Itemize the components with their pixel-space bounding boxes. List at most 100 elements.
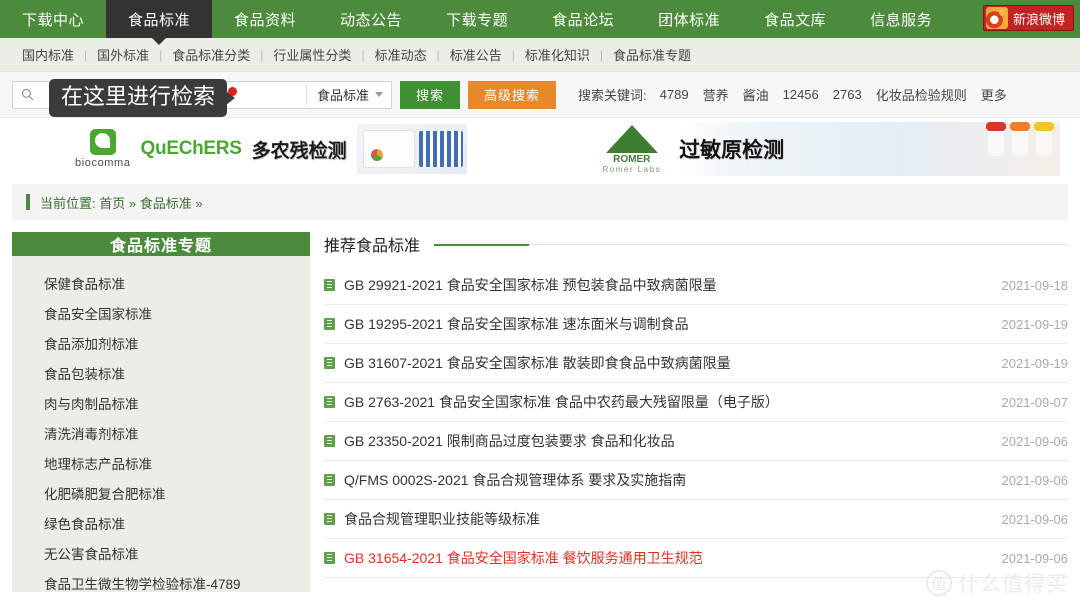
main-content: 推荐食品标准 GB 29921-2021 食品安全国家标准 预包装食品中致病菌限… bbox=[324, 232, 1068, 592]
document-row[interactable]: GB 29921-2021 食品安全国家标准 预包装食品中致病菌限量 2021-0… bbox=[324, 266, 1068, 305]
subnav-item-3[interactable]: 行业属性分类 bbox=[263, 45, 361, 64]
hot-keyword-0[interactable]: 4789 bbox=[653, 87, 696, 102]
ad-banner-row: biocomma QuEChERS 多农残检测 ROMER Romer Labs… bbox=[0, 118, 1080, 180]
romer-triangle-icon bbox=[605, 124, 658, 153]
subnav-item-4[interactable]: 标准动态 bbox=[365, 45, 437, 64]
subnav-item-5[interactable]: 标准公告 bbox=[440, 45, 512, 64]
subnav-item-6[interactable]: 标准化知识 bbox=[515, 45, 600, 64]
nav-item-6[interactable]: 团体标准 bbox=[636, 0, 742, 38]
vial-red-icon bbox=[986, 122, 1006, 156]
subnav-item-0[interactable]: 国内标准 bbox=[12, 45, 84, 64]
document-title[interactable]: GB 23350-2021 限制商品过度包装要求 食品和化妆品 bbox=[344, 431, 993, 451]
sidebar-item-list: 保健食品标准 食品安全国家标准 食品添加剂标准 食品包装标准 肉与肉制品标准 清洗消毒剂标… bbox=[12, 256, 310, 598]
document-icon bbox=[324, 474, 335, 486]
document-title[interactable]: GB 31607-2021 食品安全国家标准 散装即食食品中致病菌限量 bbox=[344, 353, 993, 373]
sidebar-item-3[interactable]: 食品包装标准 bbox=[12, 358, 310, 388]
document-date: 2021-09-07 bbox=[1001, 394, 1069, 410]
vial-yellow-icon bbox=[1034, 122, 1054, 156]
weibo-icon bbox=[985, 7, 1008, 29]
nav-item-8[interactable]: 信息服务 bbox=[848, 0, 954, 38]
breadcrumb-link-1[interactable]: 食品标准 bbox=[140, 196, 192, 211]
document-date: 2021-09-06 bbox=[1001, 511, 1069, 527]
nav-item-5[interactable]: 食品论坛 bbox=[530, 0, 636, 38]
nav-item-3[interactable]: 动态公告 bbox=[318, 0, 424, 38]
biocomma-brand-label: biocomma bbox=[75, 157, 131, 169]
sidebar-item-7[interactable]: 化肥磷肥复合肥标准 bbox=[12, 478, 310, 508]
section-title: 推荐食品标准 bbox=[324, 238, 421, 255]
document-row[interactable]: 食品合规管理职业技能等级标准 2021-09-06 bbox=[324, 500, 1068, 539]
document-row[interactable]: GB 31607-2021 食品安全国家标准 散装即食食品中致病菌限量 2021-… bbox=[324, 344, 1068, 383]
search-category-value: 食品标准 bbox=[316, 88, 369, 103]
document-date: 2021-09-19 bbox=[1001, 316, 1069, 332]
document-row[interactable]: GB 23350-2021 限制商品过度包装要求 食品和化妆品 2021-09-0… bbox=[324, 422, 1068, 461]
hot-keyword-6[interactable]: 更多 bbox=[974, 85, 1014, 104]
breadcrumb-separator: » bbox=[195, 195, 203, 211]
document-row[interactable]: GB 19295-2021 食品安全国家标准 速冻面米与调制食品 2021-09-… bbox=[324, 305, 1068, 344]
hot-keyword-1[interactable]: 营养 bbox=[696, 85, 736, 104]
breadcrumb-accent-bar bbox=[26, 194, 30, 210]
hot-keyword-3[interactable]: 12456 bbox=[776, 87, 826, 102]
document-icon bbox=[324, 318, 335, 330]
document-date: 2021-09-06 bbox=[1001, 550, 1069, 566]
breadcrumb-prefix: 当前位置: bbox=[40, 195, 96, 211]
document-row[interactable]: GB 31654-2021 食品安全国家标准 餐饮服务通用卫生规范 2021-09… bbox=[324, 539, 1068, 578]
advanced-search-button[interactable]: 高级搜索 bbox=[468, 80, 557, 109]
hot-keywords: 搜索关键词: 4789 营养 酱油 12456 2763 化妆品检验规则 更多 bbox=[578, 85, 1014, 104]
breadcrumb: 当前位置: 首页 » 食品标准 » bbox=[12, 184, 1068, 220]
quechers-subtitle: 多农残检测 bbox=[251, 140, 347, 162]
breadcrumb-separator: » bbox=[128, 195, 137, 211]
hot-keyword-2[interactable]: 酱油 bbox=[736, 85, 776, 104]
subnav-item-7[interactable]: 食品标准专题 bbox=[603, 45, 701, 64]
sidebar-item-10[interactable]: 食品卫生微生物学检验标准-4789 bbox=[12, 568, 310, 598]
document-row[interactable]: Q/FMS 0002S-2021 食品合规管理体系 要求及实施指南 2021-09… bbox=[324, 461, 1068, 500]
document-title[interactable]: 食品合规管理职业技能等级标准 bbox=[344, 509, 993, 529]
weibo-badge-link[interactable]: 新浪微博 bbox=[982, 5, 1074, 31]
nav-item-7[interactable]: 食品文库 bbox=[742, 0, 848, 38]
sidebar-title: 食品标准专题 bbox=[12, 232, 310, 256]
vials-graphic bbox=[986, 122, 1054, 156]
hot-keyword-5[interactable]: 化妆品检验规则 bbox=[869, 85, 974, 104]
sidebar-item-2[interactable]: 食品添加剂标准 bbox=[12, 328, 310, 358]
kit-box-graphic bbox=[362, 130, 415, 168]
subnav-item-2[interactable]: 食品标准分类 bbox=[162, 45, 260, 64]
ad-banner-romer[interactable]: ROMER Romer Labs 过敏原检测 bbox=[542, 122, 1060, 176]
document-title[interactable]: Q/FMS 0002S-2021 食品合规管理体系 要求及实施指南 bbox=[344, 470, 993, 490]
nav-item-list: 下载中心 食品标准 食品资料 动态公告 下载专题 食品论坛 团体标准 食品文库 信息服务 bbox=[0, 0, 954, 38]
romer-logo: ROMER Romer Labs bbox=[603, 124, 662, 174]
nav-item-2[interactable]: 食品资料 bbox=[212, 0, 318, 38]
search-category-select[interactable]: 食品标准 bbox=[305, 84, 391, 105]
document-row[interactable]: GB 2763-2021 食品安全国家标准 食品中农药最大残留限量（电子版） 20… bbox=[324, 383, 1068, 422]
nav-item-4[interactable]: 下载专题 bbox=[424, 0, 530, 38]
breadcrumb-link-0[interactable]: 首页 bbox=[99, 196, 125, 211]
search-button[interactable]: 搜索 bbox=[400, 80, 461, 109]
breadcrumb-text: 当前位置: 首页 » 食品标准 » bbox=[40, 193, 203, 212]
ad-banner-biocomma[interactable]: biocomma QuEChERS 多农残检测 bbox=[20, 122, 533, 176]
sidebar-item-0[interactable]: 保健食品标准 bbox=[12, 268, 310, 298]
sidebar-item-8[interactable]: 绿色食品标准 bbox=[12, 508, 310, 538]
subnav-item-1[interactable]: 国外标准 bbox=[87, 45, 159, 64]
search-hint-tooltip: 在这里进行检索 bbox=[49, 79, 228, 117]
click-target-marker bbox=[228, 87, 237, 96]
document-title[interactable]: GB 29921-2021 食品安全国家标准 预包装食品中致病菌限量 bbox=[344, 275, 993, 295]
hot-keyword-4[interactable]: 2763 bbox=[826, 87, 869, 102]
sidebar-item-6[interactable]: 地理标志产品标准 bbox=[12, 448, 310, 478]
document-icon bbox=[324, 279, 335, 291]
sidebar-item-4[interactable]: 肉与肉制品标准 bbox=[12, 388, 310, 418]
sidebar-item-5[interactable]: 清洗消毒剂标准 bbox=[12, 418, 310, 448]
document-icon bbox=[324, 513, 335, 525]
sidebar-item-1[interactable]: 食品安全国家标准 bbox=[12, 298, 310, 328]
document-title[interactable]: GB 2763-2021 食品安全国家标准 食品中农药最大残留限量（电子版） bbox=[344, 392, 993, 412]
search-icon bbox=[13, 88, 41, 101]
nav-item-0[interactable]: 下载中心 bbox=[0, 0, 106, 38]
chevron-down-icon bbox=[375, 92, 383, 97]
section-underline bbox=[434, 243, 1068, 246]
document-icon bbox=[324, 552, 335, 564]
document-icon bbox=[324, 396, 335, 408]
nav-item-1[interactable]: 食品标准 bbox=[106, 0, 213, 38]
document-title[interactable]: GB 31654-2021 食品安全国家标准 餐饮服务通用卫生规范 bbox=[344, 548, 993, 568]
section-header: 推荐食品标准 bbox=[324, 232, 1068, 266]
document-title[interactable]: GB 19295-2021 食品安全国家标准 速冻面米与调制食品 bbox=[344, 314, 993, 334]
sidebar-item-9[interactable]: 无公害食品标准 bbox=[12, 538, 310, 568]
document-date: 2021-09-19 bbox=[1001, 355, 1069, 371]
quechers-title: QuEChERS bbox=[140, 138, 242, 159]
